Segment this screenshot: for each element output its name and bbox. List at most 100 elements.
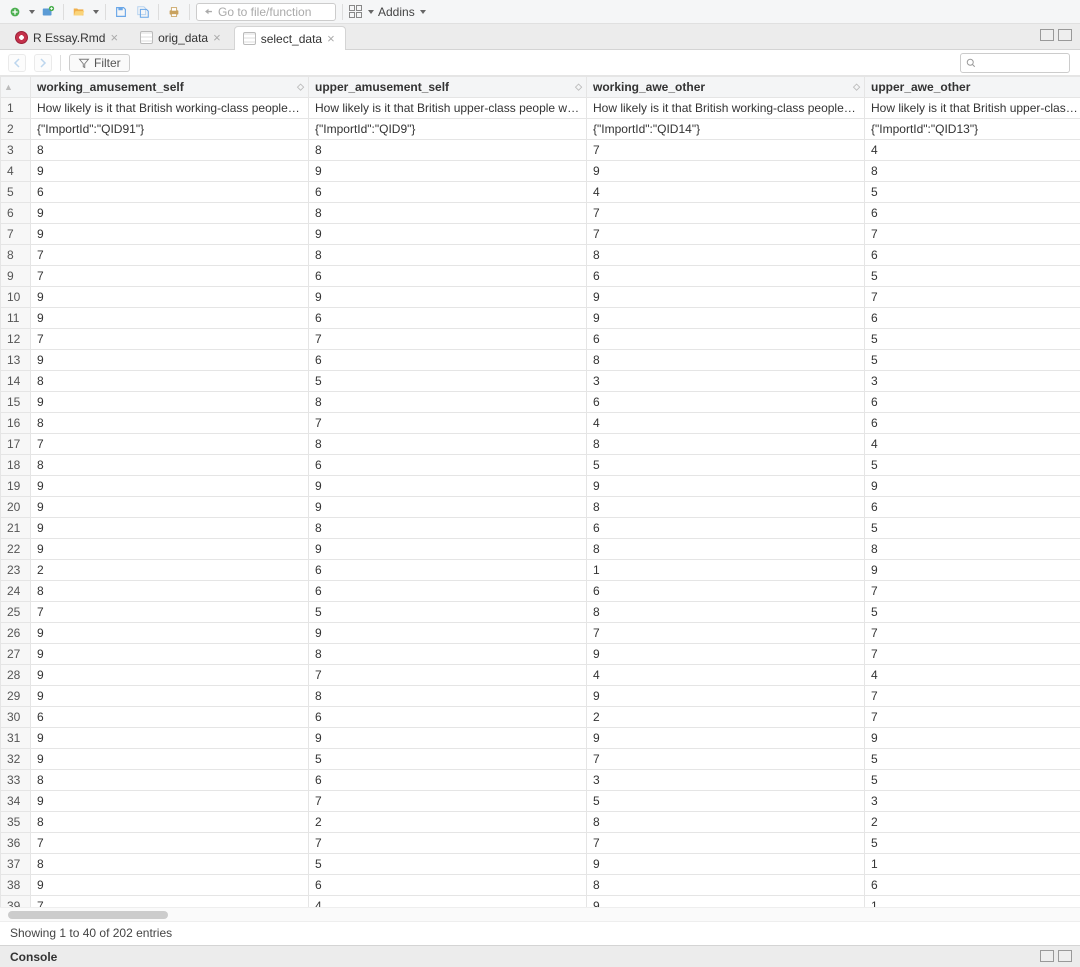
cell[interactable]: 9 — [587, 308, 865, 329]
new-file-button[interactable] — [6, 3, 24, 21]
cell[interactable]: 6 — [309, 455, 587, 476]
cell[interactable]: 6 — [309, 875, 587, 896]
cell[interactable]: 7 — [31, 266, 309, 287]
cell[interactable]: 4 — [865, 140, 1080, 161]
table-row[interactable]: 109997 — [1, 287, 1080, 308]
cell[interactable]: 9 — [587, 161, 865, 182]
cell[interactable]: 9 — [587, 728, 865, 749]
cell[interactable]: 3 — [865, 791, 1080, 812]
filter-button[interactable]: Filter — [69, 54, 130, 72]
cell[interactable]: 7 — [587, 203, 865, 224]
nav-back-button[interactable] — [8, 54, 26, 72]
cell[interactable]: 7 — [587, 224, 865, 245]
cell[interactable]: 4 — [587, 665, 865, 686]
table-row[interactable]: 87886 — [1, 245, 1080, 266]
cell[interactable]: 9 — [31, 287, 309, 308]
cell[interactable]: 8 — [309, 644, 587, 665]
column-header-upper_awe_other[interactable]: upper_awe_other◇ — [865, 77, 1080, 98]
cell[interactable]: 8 — [31, 455, 309, 476]
cell[interactable]: 9 — [309, 623, 587, 644]
cell[interactable]: 6 — [309, 182, 587, 203]
cell[interactable]: 9 — [587, 476, 865, 497]
cell[interactable]: 9 — [309, 224, 587, 245]
cell[interactable]: 8 — [309, 140, 587, 161]
table-row[interactable]: 209986 — [1, 497, 1080, 518]
cell[interactable]: How likely is it that British upper-clas… — [309, 98, 587, 119]
table-row[interactable]: 38874 — [1, 140, 1080, 161]
cell[interactable]: 7 — [31, 245, 309, 266]
table-row[interactable]: 219865 — [1, 518, 1080, 539]
scrollbar-thumb[interactable] — [8, 911, 168, 919]
cell[interactable]: 9 — [587, 287, 865, 308]
table-row[interactable]: 188655 — [1, 455, 1080, 476]
cell[interactable]: 6 — [309, 770, 587, 791]
cell[interactable]: 6 — [865, 497, 1080, 518]
table-row[interactable]: 397491 — [1, 896, 1080, 908]
panes-dropdown[interactable] — [368, 10, 374, 14]
table-row[interactable]: 367775 — [1, 833, 1080, 854]
close-tab-icon[interactable]: × — [213, 31, 221, 44]
cell[interactable]: 9 — [31, 686, 309, 707]
cell[interactable]: 8 — [31, 854, 309, 875]
cell[interactable]: 9 — [865, 728, 1080, 749]
cell[interactable]: 9 — [309, 728, 587, 749]
cell[interactable]: 9 — [865, 476, 1080, 497]
table-row[interactable]: 349753 — [1, 791, 1080, 812]
cell[interactable]: 6 — [865, 245, 1080, 266]
cell[interactable]: 9 — [31, 875, 309, 896]
cell[interactable]: 9 — [309, 161, 587, 182]
table-row[interactable]: 127765 — [1, 329, 1080, 350]
cell[interactable]: 7 — [31, 896, 309, 908]
cell[interactable]: 9 — [31, 203, 309, 224]
cell[interactable]: 7 — [865, 686, 1080, 707]
table-row[interactable]: 257585 — [1, 602, 1080, 623]
cell[interactable]: 7 — [309, 833, 587, 854]
cell[interactable]: 7 — [31, 329, 309, 350]
cell[interactable]: 9 — [31, 749, 309, 770]
cell[interactable]: 8 — [587, 350, 865, 371]
cell[interactable]: 2 — [31, 560, 309, 581]
new-project-button[interactable] — [39, 3, 57, 21]
table-row[interactable]: 159866 — [1, 392, 1080, 413]
save-all-button[interactable] — [134, 3, 152, 21]
cell[interactable]: {"ImportId":"QID91"} — [31, 119, 309, 140]
open-file-button[interactable] — [70, 3, 88, 21]
pane-window-controls[interactable] — [1040, 29, 1072, 41]
cell[interactable]: 6 — [309, 350, 587, 371]
cell[interactable]: 9 — [587, 686, 865, 707]
minimize-pane-icon[interactable] — [1040, 29, 1054, 41]
cell[interactable]: 7 — [865, 644, 1080, 665]
cell[interactable]: 5 — [309, 371, 587, 392]
cell[interactable]: 6 — [31, 707, 309, 728]
cell[interactable]: 7 — [309, 413, 587, 434]
table-row[interactable]: 148533 — [1, 371, 1080, 392]
cell[interactable]: 8 — [587, 434, 865, 455]
new-file-dropdown[interactable] — [29, 10, 35, 14]
cell[interactable]: 9 — [587, 644, 865, 665]
cell[interactable]: 9 — [31, 728, 309, 749]
cell[interactable]: 5 — [309, 602, 587, 623]
cell[interactable]: 9 — [309, 539, 587, 560]
cell[interactable]: 5 — [865, 518, 1080, 539]
cell[interactable]: 8 — [587, 602, 865, 623]
cell[interactable]: 8 — [587, 245, 865, 266]
cell[interactable]: 1 — [587, 560, 865, 581]
cell[interactable]: 7 — [31, 833, 309, 854]
print-button[interactable] — [165, 3, 183, 21]
table-row[interactable]: 97665 — [1, 266, 1080, 287]
cell[interactable]: 1 — [865, 854, 1080, 875]
cell[interactable]: 5 — [865, 749, 1080, 770]
cell[interactable]: 6 — [309, 581, 587, 602]
cell[interactable]: 5 — [865, 833, 1080, 854]
search-input[interactable] — [960, 53, 1070, 73]
cell[interactable]: 5 — [309, 854, 587, 875]
cell[interactable]: 9 — [31, 539, 309, 560]
table-row[interactable]: 299897 — [1, 686, 1080, 707]
close-tab-icon[interactable]: × — [327, 32, 335, 45]
maximize-pane-icon[interactable] — [1058, 950, 1072, 962]
cell[interactable]: 5 — [865, 182, 1080, 203]
cell[interactable]: 6 — [309, 560, 587, 581]
cell[interactable]: 7 — [865, 224, 1080, 245]
cell[interactable]: 9 — [31, 161, 309, 182]
cell[interactable]: 6 — [865, 392, 1080, 413]
